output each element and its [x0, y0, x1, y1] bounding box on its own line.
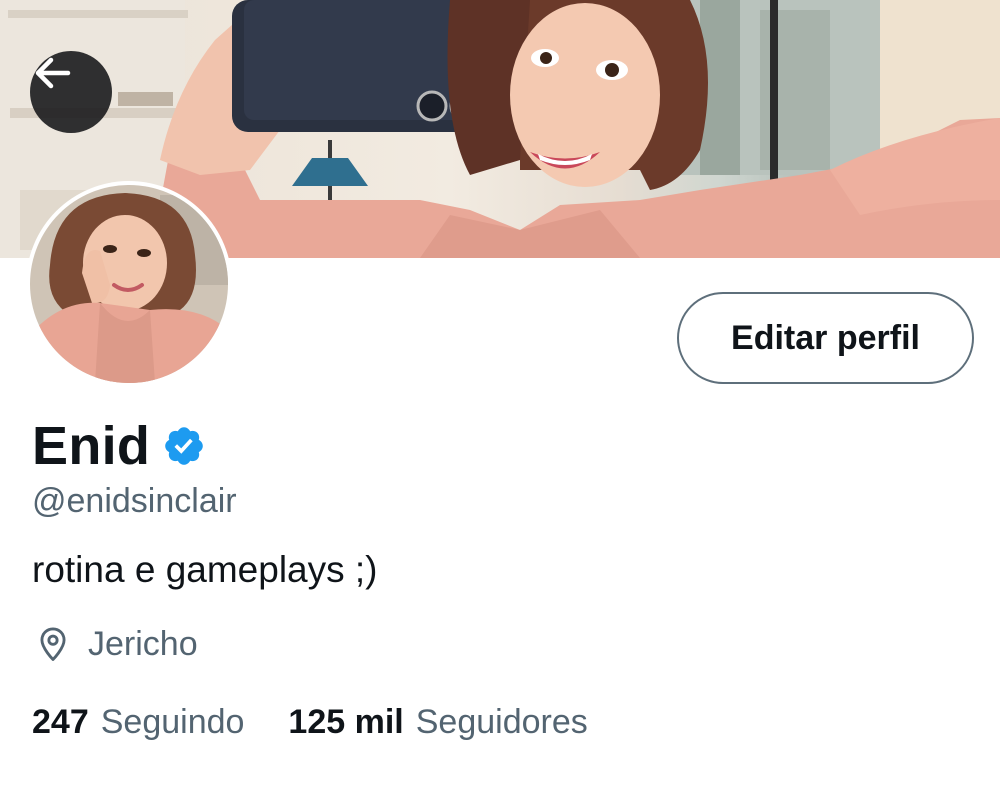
arrow-left-icon: [35, 57, 71, 89]
location-row: Jericho: [34, 622, 198, 666]
user-handle: @enidsinclair: [32, 482, 237, 520]
following-link[interactable]: 247 Seguindo: [32, 700, 244, 744]
display-name-row: Enid: [32, 414, 206, 478]
location-text: Jericho: [88, 625, 198, 663]
back-button[interactable]: [30, 51, 112, 133]
edit-profile-button[interactable]: Editar perfil: [677, 292, 974, 384]
following-label: Seguindo: [100, 703, 245, 741]
followers-link[interactable]: 125 mil Seguidores: [288, 700, 587, 744]
followers-label: Seguidores: [415, 703, 588, 741]
profile-avatar[interactable]: [26, 181, 232, 387]
map-pin-icon: [40, 627, 66, 661]
follow-stats: 247 Seguindo 125 mil Seguidores: [32, 700, 588, 744]
profile-bio: rotina e gameplays ;): [32, 549, 378, 590]
display-name: Enid: [32, 416, 151, 476]
following-count: 247: [32, 703, 89, 741]
followers-count: 125 mil: [288, 703, 404, 741]
avatar-photo: [30, 185, 228, 383]
verified-badge-icon[interactable]: [162, 424, 206, 473]
